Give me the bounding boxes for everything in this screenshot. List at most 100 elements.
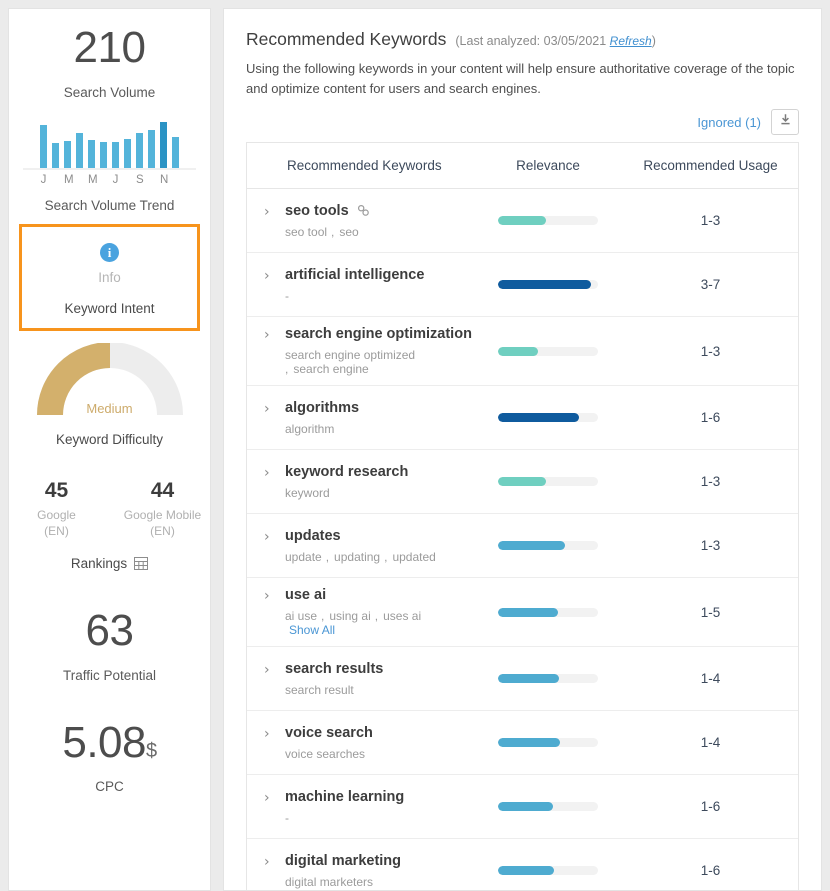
column-header-usage: Recommended Usage [643, 158, 778, 174]
show-all-link[interactable]: Show All [289, 623, 335, 637]
trend-bar [172, 136, 179, 168]
table-toolbar: Ignored (1) [246, 109, 799, 136]
keyword-term-text: voice search [285, 724, 373, 741]
app-root: 210 Search Volume J M M J S N Search Volume T… [0, 0, 830, 891]
expand-chevron-icon[interactable]: › [264, 203, 280, 222]
cpc-number: 5.08 [62, 717, 146, 767]
recommended-keywords-panel: Recommended Keywords (Last analyzed: 03/… [223, 8, 822, 891]
keyword-term: digital marketing [285, 853, 401, 869]
keyword-term: keyword research [285, 464, 408, 480]
trend-axis-label [76, 174, 83, 186]
refresh-link[interactable]: Refresh [610, 34, 652, 48]
trend-axis-label: S [136, 173, 144, 186]
table-row[interactable]: › algorithms algorithm 1-6 [247, 386, 798, 451]
table-row[interactable]: › use ai ai useusing ai uses ai Show All 1-5 [247, 578, 798, 648]
relevance-cell [473, 280, 623, 290]
expand-chevron-icon[interactable]: › [264, 853, 280, 872]
keyword-cell: › machine learning - [247, 789, 473, 825]
panel-header: Recommended Keywords (Last analyzed: 03/… [246, 29, 799, 50]
keyword-term: voice search [285, 725, 373, 741]
keyword-difficulty-label: Keyword Difficulty [55, 431, 164, 447]
ranking-item: 45 Google (EN) [16, 479, 98, 539]
cpc-metric: 5.08$ CPC [9, 718, 210, 795]
keyword-variant: - [285, 288, 289, 303]
table-row[interactable]: › seo tools seo toolseo 1-3 [247, 189, 798, 254]
keyword-intent-value: Info [98, 269, 121, 285]
keyword-term: algorithms [285, 400, 359, 416]
trend-bar [100, 141, 107, 168]
relevance-fill [498, 346, 538, 356]
trend-bar [148, 129, 155, 168]
column-header-relevance: Relevance [516, 158, 580, 174]
keyword-intent-card[interactable]: i Info Keyword Intent [19, 223, 200, 331]
search-volume-value: 210 [73, 23, 146, 72]
expand-chevron-icon[interactable]: › [264, 528, 280, 547]
trend-axis-labels: JMMJSN [23, 174, 196, 186]
expand-chevron-icon[interactable]: › [264, 267, 280, 286]
expand-chevron-icon[interactable]: › [264, 789, 280, 808]
keyword-intent-label: Keyword Intent [64, 300, 155, 316]
cpc-label: CPC [95, 779, 124, 795]
page-title: Recommended Keywords [246, 29, 447, 49]
ranking-value: 45 [44, 478, 69, 502]
relevance-fill [498, 541, 565, 551]
keyword-term: search engine optimization [285, 326, 473, 342]
expand-chevron-icon[interactable]: › [264, 725, 280, 744]
keyword-term: updates [285, 528, 440, 544]
keyword-variants: digital marketers [285, 875, 401, 889]
rankings-caption[interactable]: Rankings [9, 556, 210, 571]
ignored-link[interactable]: Ignored (1) [697, 115, 761, 130]
trend-bars [23, 121, 196, 170]
table-row[interactable]: › keyword research keyword 1-3 [247, 450, 798, 515]
trend-bar [76, 132, 83, 168]
trend-bar [136, 132, 143, 168]
link-icon[interactable] [357, 204, 370, 217]
rankings-label: Rankings [70, 555, 128, 571]
table-row[interactable]: › machine learning - 1-6 [247, 775, 798, 840]
grid-icon[interactable] [134, 556, 149, 570]
expand-chevron-icon[interactable]: › [264, 464, 280, 483]
ranking-source: Google (EN) [37, 507, 76, 538]
relevance-cell [473, 674, 623, 684]
expand-chevron-icon[interactable]: › [264, 587, 280, 606]
table-row[interactable]: › updates update updating updated 1-3 [247, 514, 798, 579]
expand-chevron-icon[interactable]: › [264, 326, 280, 345]
keyword-variants: keyword [285, 486, 408, 500]
relevance-track [498, 541, 598, 551]
table-row[interactable]: › search results search result 1-4 [247, 647, 798, 712]
relevance-cell [473, 802, 623, 812]
keyword-variants: ai useusing ai uses ai Show All [285, 609, 473, 637]
table-row[interactable]: › artificial intelligence - 3-7 [247, 253, 798, 318]
trend-axis-label: J [112, 173, 119, 186]
recommended-usage-cell: 1-6 [700, 410, 721, 426]
recommended-usage-cell: 1-3 [700, 343, 721, 359]
keyword-variant: voice searches [285, 746, 366, 761]
keyword-cell: › digital marketing digital marketers [247, 853, 473, 889]
table-header-row: Recommended Keywords Relevance Recommend… [247, 143, 798, 190]
download-button[interactable] [771, 109, 799, 136]
relevance-cell [473, 477, 623, 487]
keyword-term-text: machine learning [285, 788, 405, 805]
keyword-difficulty-gauge: Medium Keyword Difficulty [9, 342, 210, 447]
recommended-usage-cell: 1-6 [700, 799, 721, 815]
keyword-term-text: keyword research [285, 463, 409, 480]
keyword-variant: digital marketers [285, 874, 374, 889]
keyword-cell: › voice search voice searches [247, 725, 473, 761]
keyword-cell: › updates update updating updated [247, 528, 473, 564]
column-header-keywords: Recommended Keywords [287, 158, 442, 174]
expand-chevron-icon[interactable]: › [264, 400, 280, 419]
keyword-term-text: search engine optimization [285, 326, 472, 343]
recommended-usage-cell: 1-6 [700, 863, 721, 879]
table-row[interactable]: › search engine optimization search engine… [247, 317, 798, 387]
relevance-fill [498, 413, 579, 423]
trend-axis-label [52, 174, 59, 186]
table-row[interactable]: › voice search voice searches 1-4 [247, 711, 798, 776]
download-icon [779, 113, 792, 131]
expand-chevron-icon[interactable]: › [264, 661, 280, 680]
keyword-term: machine learning [285, 789, 404, 805]
relevance-cell [473, 607, 623, 617]
table-row[interactable]: › digital marketing digital marketers 1-6 [247, 839, 798, 890]
keyword-term: artificial intelligence [285, 267, 424, 283]
search-volume-trend-chart: JMMJSN [23, 121, 196, 186]
table-body: › seo tools seo toolseo 1-3 › artificial inte… [247, 189, 798, 890]
